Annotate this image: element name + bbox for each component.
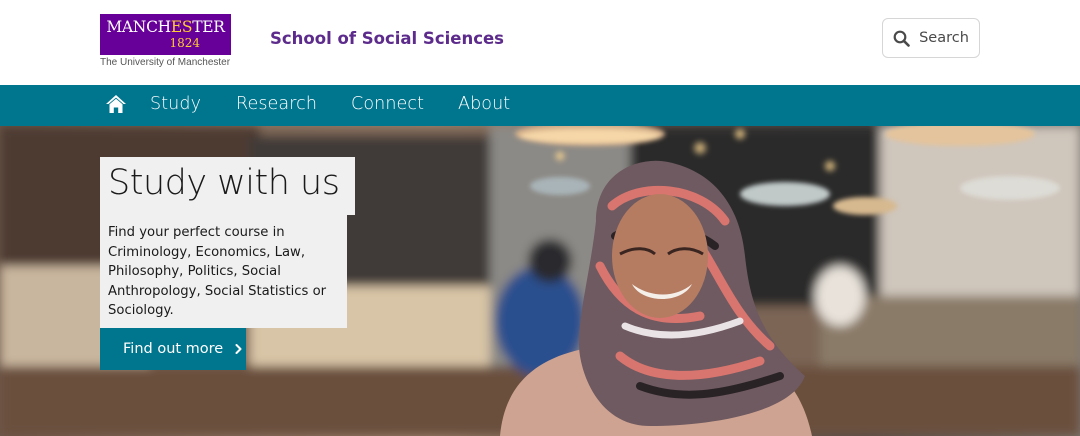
- nav-item-connect[interactable]: Connect: [351, 94, 424, 114]
- hero-title: Study with us: [108, 163, 340, 203]
- find-out-more-button[interactable]: Find out more: [100, 328, 246, 370]
- nav-item-research[interactable]: Research: [236, 94, 317, 114]
- logo-word-end: TER: [192, 18, 225, 36]
- nav-item-study[interactable]: Study: [150, 94, 201, 114]
- school-title[interactable]: School of Social Sciences: [270, 29, 504, 48]
- logo-wordmark: MANCHESTER 1824: [100, 14, 231, 55]
- nav-item-about[interactable]: About: [458, 94, 510, 114]
- site-header: MANCHESTER 1824 The University of Manche…: [0, 0, 1080, 85]
- hero-description: Find your perfect course in Criminology,…: [108, 225, 327, 318]
- search-button[interactable]: Search: [882, 18, 980, 58]
- home-icon[interactable]: [105, 94, 127, 114]
- university-logo[interactable]: MANCHESTER 1824 The University of Manche…: [100, 14, 232, 68]
- main-nav: Study Research Connect About: [0, 85, 1080, 126]
- logo-word-highlight: ES: [170, 18, 193, 36]
- logo-year: 1824: [169, 36, 200, 50]
- find-out-more-label: Find out more: [123, 341, 224, 357]
- logo-word: MANCHESTER: [100, 18, 231, 36]
- logo-word-start: MANCH: [106, 18, 171, 36]
- logo-caption: The University of Manchester: [100, 57, 231, 68]
- search-icon: [893, 30, 910, 47]
- chevron-right-icon: [235, 344, 242, 354]
- search-label: Search: [919, 30, 969, 46]
